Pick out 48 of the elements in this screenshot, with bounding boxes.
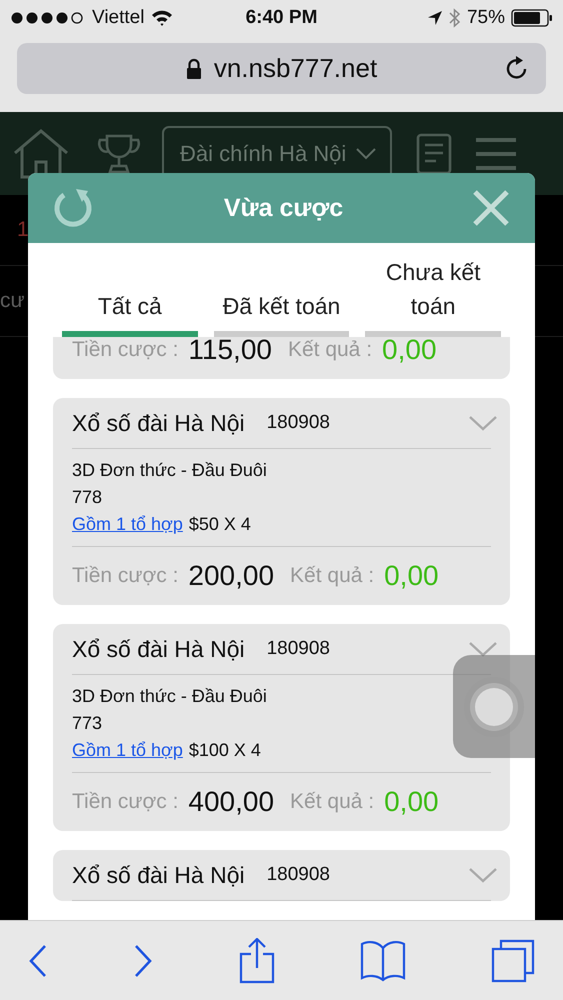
wifi-icon — [150, 9, 174, 27]
background-label: cư — [0, 289, 25, 313]
lottery-name: Xổ số đài Hà Nội — [72, 410, 245, 436]
stake-amount: 400,00 — [188, 786, 274, 818]
dialog-title: Vừa cược — [224, 194, 344, 222]
result-amount: 0,00 — [384, 560, 439, 592]
result-amount: 0,00 — [384, 786, 439, 818]
battery-percent: 75% — [466, 7, 505, 29]
lottery-name: Xổ số đài Hà Nội — [72, 862, 245, 888]
stake-detail: $100 X 4 — [188, 740, 261, 760]
draw-number: 180908 — [266, 638, 330, 660]
battery-icon — [511, 9, 553, 27]
lock-icon — [186, 58, 202, 80]
stake-label: Tiền cược : — [72, 338, 178, 362]
bet-type: 3D Đơn thức - Đầu Đuôi — [72, 459, 268, 482]
book-icon[interactable] — [360, 940, 406, 982]
background-number: 1 — [16, 218, 29, 242]
share-icon[interactable] — [238, 938, 274, 984]
bet-type: 3D Đơn thức - Đầu Đuôi — [72, 685, 268, 708]
reload-icon[interactable] — [505, 55, 529, 81]
trophy-icon[interactable] — [96, 132, 142, 174]
bluetooth-icon — [448, 8, 461, 28]
address-bar[interactable]: vn.nsb777.net — [17, 43, 546, 94]
carrier-name: Viettel — [92, 7, 144, 29]
stake-label: Tiền cược : — [72, 564, 178, 588]
stake-amount: 115,00 — [188, 337, 272, 366]
tabs-icon[interactable] — [491, 938, 535, 982]
bet-numbers: 778 — [72, 486, 104, 509]
result-label: Kết quả : — [290, 790, 374, 814]
stake-detail: $50 X 4 — [188, 514, 251, 534]
location-icon — [426, 10, 443, 26]
stake-amount: 200,00 — [188, 560, 274, 592]
url-text: vn.nsb777.net — [214, 53, 378, 84]
result-label: Kết quả : — [290, 564, 374, 588]
lottery-name: Xổ số đài Hà Nội — [72, 636, 245, 662]
back-icon[interactable] — [28, 944, 48, 978]
forward-icon[interactable] — [133, 944, 154, 978]
document-icon[interactable] — [416, 132, 452, 174]
clock-time: 6:40 PM — [246, 7, 318, 29]
bet-numbers: 773 — [72, 712, 104, 735]
chevron-down-icon — [356, 148, 376, 160]
combination-link[interactable]: Gồm 1 tổ hợp — [72, 514, 183, 534]
draw-number: 180908 — [266, 864, 330, 886]
stake-label: Tiền cược : — [72, 790, 178, 814]
result-label: Kết quả : — [288, 338, 372, 362]
combination-link[interactable]: Gồm 1 tổ hợp — [72, 740, 183, 760]
result-amount: 0,00 — [382, 337, 437, 366]
draw-number: 180908 — [266, 412, 330, 434]
